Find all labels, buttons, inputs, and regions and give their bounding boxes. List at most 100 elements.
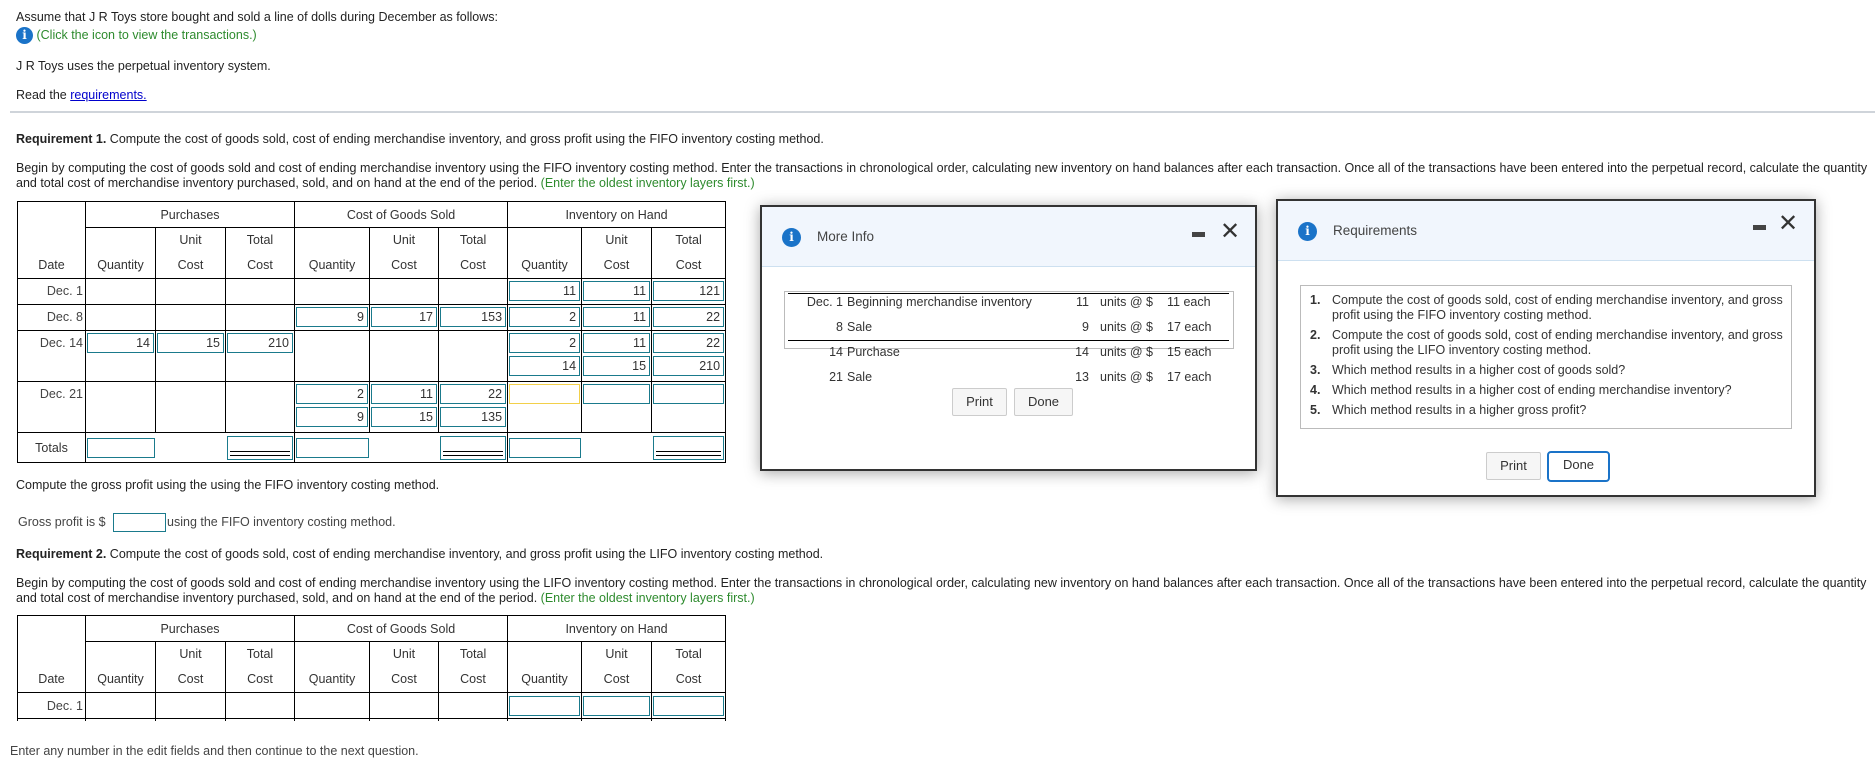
inventory-total-cost-input[interactable]	[653, 695, 725, 716]
transaction-price: 17 each	[1167, 314, 1229, 339]
fifo-perpetual-record-table: Purchases Cost of Goods Sold Inventory o…	[17, 201, 727, 463]
oldest-layers-hint: (Enter the oldest inventory layers first…	[540, 176, 755, 190]
oldest-layers-hint: (Enter the oldest inventory layers first…	[540, 591, 755, 605]
purchases-unit-cost-header: Unit Cost	[155, 641, 226, 693]
instructions-text: Begin by computing the cost of goods sol…	[16, 576, 1867, 605]
done-button[interactable]: Done	[1014, 388, 1073, 416]
dialog-header: i More Info ✕	[762, 207, 1255, 267]
requirement-2-instructions: Begin by computing the cost of goods sol…	[16, 576, 1871, 606]
purchases-total-cost-header: Total Cost	[225, 641, 295, 693]
cogs-total-cost-input[interactable]: 153	[440, 307, 507, 327]
cogs-total-cost-input[interactable]: 22	[440, 384, 507, 404]
inventory-total-cost-header: Total Cost	[651, 227, 727, 279]
inventory-unit-cost-input[interactable]: 11	[583, 333, 651, 353]
inventory-qty-input[interactable]	[509, 384, 581, 404]
cogs-total-cost-input[interactable]: 135	[440, 407, 507, 427]
print-button[interactable]: Print	[1486, 452, 1541, 480]
row-date: Dec. 14	[17, 330, 86, 382]
inventory-total-cost-input[interactable]: 210	[653, 356, 725, 376]
inventory-unit-cost-input[interactable]: 11	[583, 281, 651, 301]
cogs-qty-input[interactable]: 9	[296, 307, 368, 327]
cogs-total-cost-total-input[interactable]	[439, 435, 507, 460]
inventory-qty-total-input[interactable]	[509, 437, 581, 458]
price-value: 11	[1167, 294, 1180, 309]
close-icon[interactable]: ✕	[1778, 211, 1798, 235]
inventory-qty-input[interactable]: 14	[509, 356, 581, 376]
inventory-total-cost-input[interactable]: 121	[653, 281, 725, 301]
transaction-price: 15 each	[1167, 339, 1229, 364]
requirement-item: 4. Which method results in a higher cost …	[1301, 383, 1791, 398]
row-date: Dec. 8	[17, 304, 86, 331]
totals-row: Totals	[17, 432, 727, 463]
cogs-qty-header: Quantity	[294, 227, 370, 279]
requirement-number: 2.	[1310, 328, 1321, 342]
gross-profit-input[interactable]	[113, 513, 167, 532]
transaction-units: 14	[1075, 344, 1089, 359]
requirement-item: 1. Compute the cost of goods sold, cost o…	[1301, 293, 1791, 323]
table-row: Dec. 1 11 11 121	[17, 278, 727, 305]
cogs-qty-input[interactable]: 2	[296, 384, 368, 404]
requirement-item: 5. Which method results in a higher gross…	[1301, 403, 1791, 418]
each-label: each	[1184, 319, 1212, 334]
minimize-icon[interactable]	[1192, 232, 1205, 237]
each-label: each	[1184, 369, 1212, 384]
cogs-unit-cost-input[interactable]: 11	[371, 384, 437, 404]
inventory-unit-cost-input[interactable]	[583, 384, 651, 404]
inventory-qty-header: Quantity	[507, 641, 583, 693]
requirement-text: Which method results in a higher gross p…	[1332, 403, 1587, 417]
inventory-total-cost-total-input[interactable]	[652, 435, 725, 460]
requirement-1-instructions: Begin by computing the cost of goods sol…	[16, 161, 1871, 191]
cogs-qty-total-input[interactable]	[296, 437, 369, 458]
inventory-unit-cost-input[interactable]: 11	[583, 307, 651, 327]
inventory-total-cost-input[interactable]: 22	[653, 333, 725, 353]
purchases-total-cost-total-input[interactable]	[226, 435, 293, 460]
purchases-unit-cost-input[interactable]: 15	[157, 333, 224, 353]
price-value: 15	[1167, 344, 1181, 359]
purchases-total-cost-input[interactable]: 210	[227, 333, 293, 353]
cogs-unit-cost-header: Unit Cost	[369, 641, 439, 693]
purchases-unit-cost-header: Unit Cost	[155, 227, 226, 279]
info-icon[interactable]: i	[16, 27, 33, 44]
requirement-text: Which method results in a higher cost of…	[1332, 383, 1732, 397]
price-value: 17	[1167, 369, 1181, 384]
inventory-total-cost-input[interactable]: 22	[653, 307, 725, 327]
close-icon[interactable]: ✕	[1220, 219, 1240, 243]
price-value: 17	[1167, 319, 1181, 334]
row-date: Dec. 1	[17, 692, 86, 719]
cogs-qty-input[interactable]: 9	[296, 407, 368, 427]
inventory-qty-input[interactable]	[509, 695, 581, 716]
requirements-link[interactable]: requirements.	[70, 88, 146, 102]
transaction-price: 11 each	[1167, 289, 1229, 314]
transactions-table: Dec. 1 Beginning merchandise inventory 11 u…	[788, 289, 1229, 389]
inventory-unit-cost-input[interactable]	[583, 695, 651, 716]
row-date: Dec. 1	[17, 278, 86, 305]
inventory-total-cost-input[interactable]	[653, 384, 725, 404]
transaction-units: 9	[1082, 319, 1089, 334]
table-row: Dec. 14 14 15 210 2 14 11 15 22 210	[17, 330, 727, 382]
transaction-units: 11	[1076, 294, 1089, 309]
done-button[interactable]: Done	[1547, 451, 1610, 482]
transaction-description: Sale	[847, 369, 873, 384]
inventory-qty-input[interactable]: 2	[509, 307, 581, 327]
cogs-unit-cost-header: Unit Cost	[369, 227, 439, 279]
table-row: Dec. 21 2 9 11 15 22 135	[17, 381, 727, 433]
table-row: Dec. 8 9 17 153 2 11 22	[17, 304, 727, 331]
purchases-qty-total-input[interactable]	[87, 437, 155, 458]
minimize-icon[interactable]	[1753, 225, 1766, 230]
cogs-total-cost-header: Total Cost	[437, 227, 509, 279]
purchases-qty-input[interactable]: 14	[87, 333, 154, 353]
info-icon: i	[1298, 222, 1317, 241]
transaction-row: 8 Sale 9 units @ $ 17 each	[788, 314, 1229, 339]
inventory-qty-header: Quantity	[507, 227, 583, 279]
requirement-1-heading: Requirement 1. Compute the cost of goods…	[16, 132, 824, 146]
read-prefix: Read the	[16, 88, 71, 102]
inventory-qty-input[interactable]: 2	[509, 333, 581, 353]
cogs-unit-cost-input[interactable]: 15	[371, 407, 437, 427]
dialog-title: Requirements	[1333, 223, 1418, 238]
requirement-2-label: Requirement 2.	[16, 547, 107, 561]
inventory-unit-cost-input[interactable]: 15	[583, 356, 651, 376]
inventory-qty-input[interactable]: 11	[509, 281, 581, 301]
print-button[interactable]: Print	[952, 388, 1007, 416]
instructions-text: Begin by computing the cost of goods sol…	[16, 161, 1868, 190]
cogs-unit-cost-input[interactable]: 17	[371, 307, 437, 327]
